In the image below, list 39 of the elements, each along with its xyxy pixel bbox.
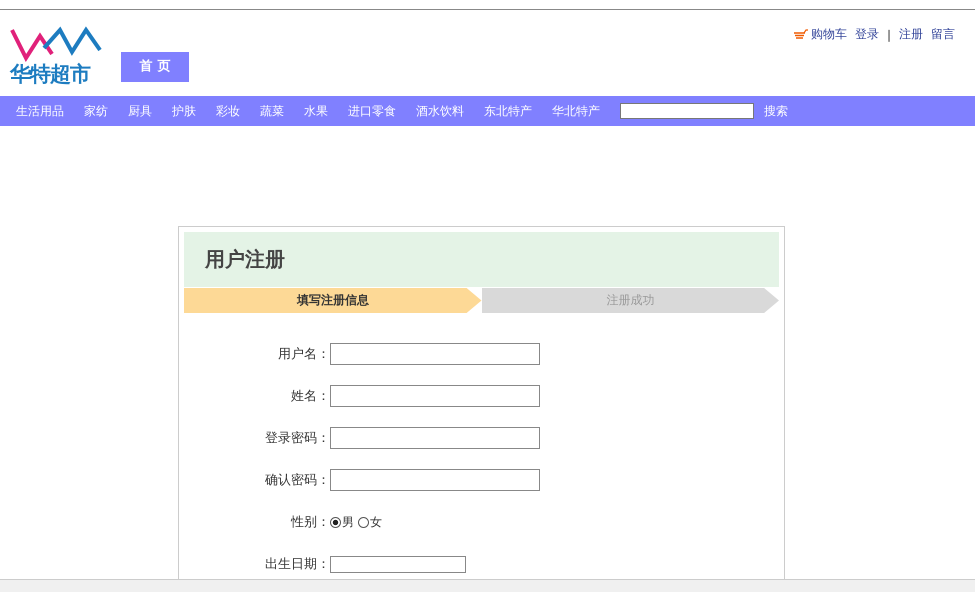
nav-item[interactable]: 家纺: [84, 102, 108, 120]
logo-text: 华特超市: [10, 62, 92, 86]
nav-item[interactable]: 厨具: [128, 102, 152, 120]
field-label: 确认密码：: [264, 472, 330, 489]
nav-item[interactable]: 彩妆: [216, 102, 240, 120]
input-field[interactable]: [330, 343, 540, 365]
cart-link[interactable]: 购物车: [794, 26, 847, 43]
field-label: 用户名：: [277, 346, 330, 363]
horizontal-scrollbar[interactable]: [0, 579, 975, 592]
field-label: 性别：: [290, 514, 330, 531]
header-link[interactable]: 留言: [931, 26, 955, 43]
home-tab[interactable]: 首 页: [121, 52, 189, 82]
register-title: 用户注册: [205, 246, 285, 273]
radio-option[interactable]: 男: [330, 514, 354, 530]
nav-item[interactable]: 生活用品: [16, 102, 64, 120]
field-label: 姓名：: [290, 388, 330, 405]
search-field[interactable]: [620, 103, 754, 119]
nav-item[interactable]: 进口零食: [348, 102, 396, 120]
nav-item[interactable]: 护肤: [172, 102, 196, 120]
field-label: 出生日期：: [264, 556, 330, 573]
step-indicator: 注册成功: [482, 288, 779, 313]
nav-item[interactable]: 酒水饮料: [416, 102, 464, 120]
nav-item[interactable]: 蔬菜: [260, 102, 284, 120]
header-link[interactable]: 注册: [899, 26, 923, 43]
cart-icon: [794, 28, 808, 40]
logo-zigzag-icon: [10, 26, 102, 62]
header-link[interactable]: 登录: [854, 26, 879, 43]
step-indicator: 填写注册信息: [184, 288, 482, 313]
input-field[interactable]: [330, 427, 540, 449]
input-field[interactable]: [330, 385, 540, 407]
link-separator: |: [886, 28, 891, 42]
field-label: 登录密码：: [264, 430, 330, 447]
date-field[interactable]: [330, 556, 466, 572]
nav-item[interactable]: 华北特产: [552, 102, 600, 120]
nav-item[interactable]: 水果: [304, 102, 328, 120]
input-field[interactable]: [330, 469, 540, 491]
radio-option[interactable]: 女: [358, 514, 382, 530]
search-button[interactable]: 搜索: [764, 102, 788, 120]
nav-item[interactable]: 东北特产: [484, 102, 532, 120]
